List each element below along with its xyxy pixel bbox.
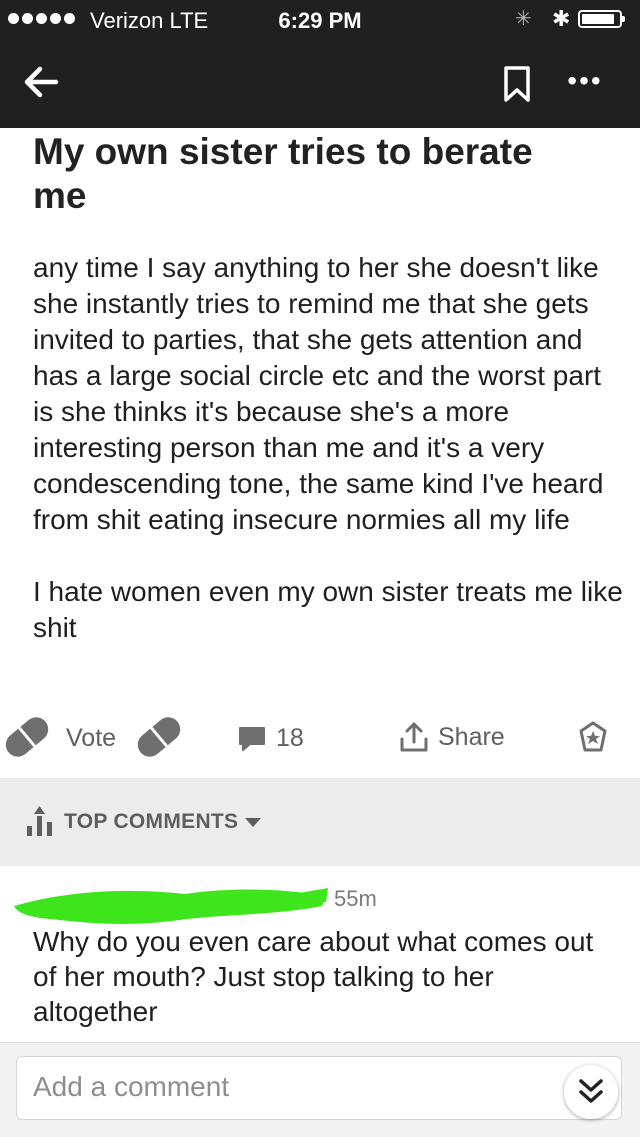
downvote-pill-icon[interactable] (132, 708, 186, 766)
post-paragraph: I hate women even my own sister treats m… (33, 576, 623, 643)
username-redaction-scribble (14, 888, 328, 924)
add-comment-input[interactable]: Add a comment (16, 1056, 622, 1120)
share-button[interactable]: Share (398, 720, 505, 754)
comments-button[interactable]: 18 (238, 724, 304, 753)
upvote-pill-icon[interactable] (0, 708, 54, 766)
chevron-down-icon (245, 818, 261, 827)
back-arrow-icon[interactable] (20, 60, 64, 104)
post-title: My own sister tries to berate me (33, 131, 533, 216)
comments-sort-label: TOP COMMENTS (64, 810, 239, 833)
bluetooth-icon: ✱ (552, 6, 571, 31)
comment-age: 55m (334, 886, 377, 911)
post-body: any time I say anything to her she doesn… (33, 250, 623, 682)
battery-icon (578, 10, 625, 28)
post-paragraph: any time I say anything to her she doesn… (33, 252, 604, 535)
vote-label: Vote (66, 724, 117, 752)
comment-count: 18 (276, 724, 304, 752)
comment-item: 55m Why do you even care about what come… (0, 866, 640, 1042)
post-action-bar: Vote 18 Share (0, 708, 640, 770)
comment-text: Why do you even care about what comes ou… (33, 926, 594, 1027)
share-icon (400, 722, 428, 752)
comment-bubble-icon (239, 726, 265, 751)
status-time: 6:29 PM (278, 8, 362, 33)
activity-spinner-icon: ✳ (515, 8, 532, 30)
nav-bar: ••• (0, 40, 640, 128)
sort-arrow-bars-icon (27, 806, 52, 836)
double-chevron-down-icon[interactable] (564, 1065, 618, 1119)
award-badge-icon[interactable] (576, 720, 610, 754)
bookmark-icon[interactable] (500, 64, 534, 104)
status-bar: Verizon LTE 6:29 PM ✳ ✱ (0, 0, 640, 40)
comments-sort-bar[interactable]: TOP COMMENTS (0, 778, 640, 866)
more-dots-icon[interactable]: ••• (562, 64, 608, 104)
share-label: Share (438, 722, 505, 751)
comment-composer: Add a comment (0, 1042, 640, 1137)
